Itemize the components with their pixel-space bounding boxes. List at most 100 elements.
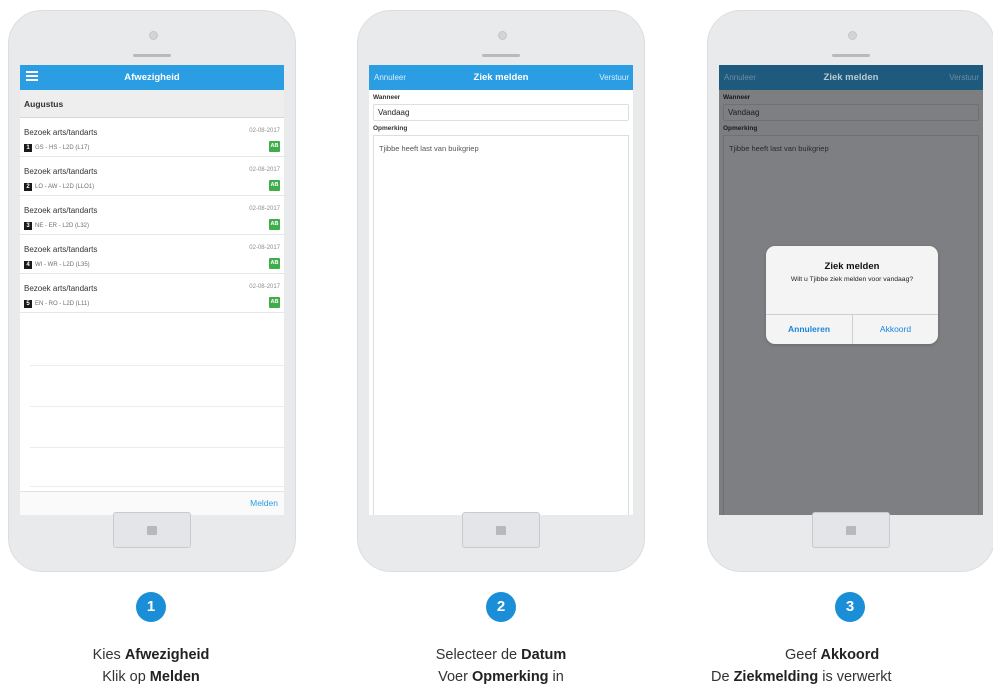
status-badge: AB <box>269 258 280 269</box>
caption-bold: Ziekmelding <box>733 669 819 685</box>
item-title: Bezoek arts/tandarts <box>24 245 98 254</box>
home-button[interactable] <box>113 512 191 548</box>
status-badge: AB <box>269 141 280 152</box>
dialog-message: Wilt u Tjibbe ziek melden voor vandaag? <box>790 276 914 283</box>
phone-frame-1: Afwezigheid Augustus Bezoek arts/tandart… <box>8 10 296 572</box>
nav-bar: Annuleer Ziek melden Verstuur <box>719 65 983 90</box>
status-badge: AB <box>269 219 280 230</box>
speaker-icon <box>482 54 520 57</box>
phone-frame-3: Annuleer Ziek melden Verstuur Wanneer Va… <box>707 10 993 572</box>
caption-text: Voer <box>438 669 472 685</box>
item-date: 02-08-2017 <box>249 284 280 290</box>
speaker-icon <box>133 54 171 57</box>
screen-ziek-melden-confirm: Annuleer Ziek melden Verstuur Wanneer Va… <box>719 65 983 515</box>
when-field[interactable]: Vandaag <box>373 104 629 121</box>
caption-text: De <box>711 669 734 685</box>
speaker-icon <box>832 54 870 57</box>
screen-ziek-melden: Annuleer Ziek melden Verstuur Wanneer Va… <box>369 65 633 515</box>
caption-line: Geef Akkoord <box>695 644 993 666</box>
square-icon <box>147 525 157 535</box>
when-label: Wanneer <box>373 94 401 101</box>
step-caption-3: Geef Akkoord De Ziekmelding is verwerkt <box>693 644 993 688</box>
verstuur-button: Verstuur <box>949 73 979 82</box>
page-title: Afwezigheid <box>124 72 180 83</box>
akkoord-button[interactable]: Akkoord <box>853 314 938 344</box>
page-title: Ziek melden <box>473 72 529 83</box>
item-code: NE - ER - L2D (L32) <box>35 223 90 229</box>
verstuur-button[interactable]: Verstuur <box>599 65 629 90</box>
annuleren-button[interactable]: Annuleren <box>766 314 852 344</box>
item-number: 5 <box>24 300 32 308</box>
camera-icon <box>847 31 857 40</box>
remark-textarea[interactable]: Tjibbe heeft last van buikgriep <box>373 135 629 515</box>
item-number: 2 <box>24 183 32 191</box>
item-code: LO - AW - L2D (LLO1) <box>35 184 95 190</box>
confirm-dialog: Ziek melden Wilt u Tjibbe ziek melden vo… <box>766 246 938 344</box>
home-button[interactable] <box>462 512 540 548</box>
home-button[interactable] <box>812 512 890 548</box>
remark-label: Opmerking <box>373 125 408 132</box>
item-title: Bezoek arts/tandarts <box>24 128 98 137</box>
caption-line: Selecteer de Datum <box>351 644 651 666</box>
item-number: 3 <box>24 222 32 230</box>
list-item[interactable]: Bezoek arts/tandarts 02-08-2017 2 LO - A… <box>20 157 284 196</box>
caption-line: Klik op Melden <box>1 666 301 688</box>
caption-bold: Datum <box>521 647 567 663</box>
caption-line: Voer Opmerking in <box>351 666 651 688</box>
phone-frame-2: Annuleer Ziek melden Verstuur Wanneer Va… <box>357 10 645 572</box>
list-item[interactable]: Bezoek arts/tandarts 02-08-2017 5 EN - R… <box>20 274 284 313</box>
item-code: GS - HS - L2D (L17) <box>35 145 90 151</box>
step-caption-1: Kies Afwezigheid Klik op Melden <box>1 644 301 688</box>
section-header: Augustus <box>20 90 284 118</box>
nav-bar: Annuleer Ziek melden Verstuur <box>369 65 633 90</box>
status-badge: AB <box>269 180 280 191</box>
divider <box>30 406 284 407</box>
list-item[interactable]: Bezoek arts/tandarts 02-08-2017 1 GS - H… <box>20 118 284 157</box>
caption-bold: Akkoord <box>820 647 880 663</box>
section-title: Augustus <box>24 99 64 109</box>
caption-text: Klik op <box>102 669 150 685</box>
page-title: Ziek melden <box>823 72 879 83</box>
caption-bold: Melden <box>149 669 200 685</box>
list-item[interactable]: Bezoek arts/tandarts 02-08-2017 3 NE - E… <box>20 196 284 235</box>
nav-bar: Afwezigheid <box>20 65 284 90</box>
caption-bold: Afwezigheid <box>124 647 210 663</box>
screen-afwezigheid: Afwezigheid Augustus Bezoek arts/tandart… <box>20 65 284 515</box>
divider <box>30 447 284 448</box>
item-date: 02-08-2017 <box>249 128 280 134</box>
status-badge: AB <box>269 297 280 308</box>
when-label: Wanneer <box>723 94 751 101</box>
caption-text: in <box>548 669 564 685</box>
caption-text: is verwerkt <box>818 669 892 685</box>
item-date: 02-08-2017 <box>249 245 280 251</box>
divider <box>30 486 284 487</box>
when-field: Vandaag <box>723 104 979 121</box>
melden-button[interactable]: Melden <box>250 498 278 508</box>
step-caption-2: Selecteer de Datum Voer Opmerking in <box>351 644 651 688</box>
caption-bold: Opmerking <box>471 669 549 685</box>
dialog-title: Ziek melden <box>824 261 880 272</box>
item-title: Bezoek arts/tandarts <box>24 206 98 215</box>
item-date: 02-08-2017 <box>249 167 280 173</box>
square-icon <box>496 525 506 535</box>
item-title: Bezoek arts/tandarts <box>24 284 98 293</box>
absence-list: Bezoek arts/tandarts 02-08-2017 1 GS - H… <box>20 118 284 313</box>
item-code: EN - RO - L2D (L11) <box>35 301 90 307</box>
item-date: 02-08-2017 <box>249 206 280 212</box>
camera-icon <box>497 31 507 40</box>
divider <box>30 365 284 366</box>
item-number: 1 <box>24 144 32 152</box>
step-number-1: 1 <box>136 592 166 622</box>
caption-text: Geef <box>785 647 821 663</box>
remark-label: Opmerking <box>723 125 758 132</box>
square-icon <box>846 525 856 535</box>
caption-text: Kies <box>92 647 125 663</box>
step-number-2: 2 <box>486 592 516 622</box>
item-number: 4 <box>24 261 32 269</box>
camera-icon <box>148 31 158 40</box>
item-title: Bezoek arts/tandarts <box>24 167 98 176</box>
step-number-3: 3 <box>835 592 865 622</box>
caption-line: De Ziekmelding is verwerkt <box>695 666 993 688</box>
list-item[interactable]: Bezoek arts/tandarts 02-08-2017 4 WI - W… <box>20 235 284 274</box>
caption-line: Kies Afwezigheid <box>1 644 301 666</box>
